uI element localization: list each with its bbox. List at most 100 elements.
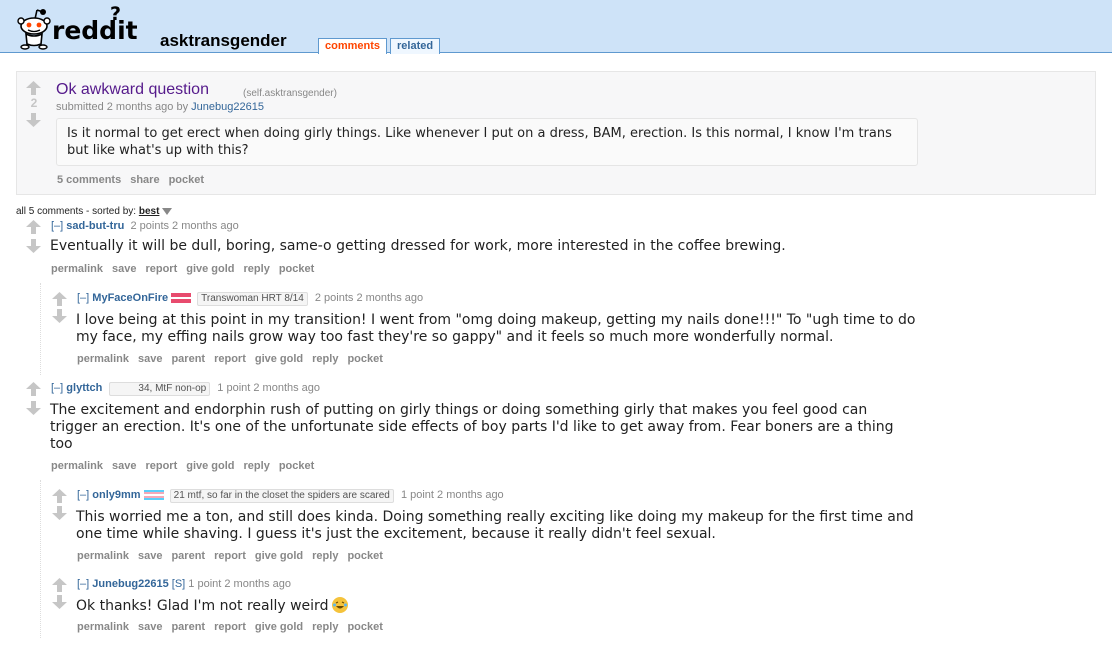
- laughing-emoji-icon: [332, 597, 349, 613]
- permalink-button[interactable]: permalink: [51, 263, 103, 275]
- permalink-button[interactable]: permalink: [77, 621, 129, 633]
- logo-question-mark: ?: [110, 3, 122, 25]
- save-button[interactable]: save: [112, 460, 136, 472]
- save-button[interactable]: save: [138, 550, 162, 562]
- comment-author[interactable]: MyFaceOnFire: [92, 292, 168, 304]
- downvote-arrow-icon[interactable]: [52, 309, 67, 323]
- permalink-button[interactable]: permalink: [51, 460, 103, 472]
- report-button[interactable]: report: [145, 460, 177, 472]
- downvote-arrow-icon[interactable]: [26, 113, 41, 127]
- reply-button[interactable]: reply: [244, 460, 270, 472]
- upvote-arrow-icon[interactable]: [26, 382, 41, 396]
- give-gold-button[interactable]: give gold: [255, 353, 303, 365]
- submitted-text: submitted 2 months ago by: [56, 101, 189, 113]
- comment-author[interactable]: only9mm: [92, 489, 140, 501]
- save-button[interactable]: save: [138, 353, 162, 365]
- upvote-arrow-icon[interactable]: [52, 292, 67, 306]
- sort-dropdown[interactable]: best: [139, 206, 160, 217]
- post-title[interactable]: Ok awkward question: [56, 81, 209, 99]
- give-gold-button[interactable]: give gold: [255, 550, 303, 562]
- report-button[interactable]: report: [145, 263, 177, 275]
- comments-link[interactable]: 5 comments: [57, 174, 121, 186]
- reply-button[interactable]: reply: [244, 263, 270, 275]
- comment-buttons: permalink save report give gold reply po…: [51, 263, 323, 275]
- post-author[interactable]: Junebug22615: [191, 101, 264, 113]
- permalink-button[interactable]: permalink: [77, 353, 129, 365]
- subreddit-name[interactable]: asktransgender: [160, 31, 287, 51]
- pocket-button[interactable]: pocket: [347, 353, 382, 365]
- report-button[interactable]: report: [214, 621, 246, 633]
- post-domain[interactable]: (self.asktransgender): [243, 88, 337, 99]
- parent-button[interactable]: parent: [171, 550, 205, 562]
- collapse-toggle[interactable]: [–]: [51, 220, 63, 232]
- reply-button[interactable]: reply: [312, 621, 338, 633]
- downvote-arrow-icon[interactable]: [52, 506, 67, 520]
- pocket-button[interactable]: pocket: [279, 263, 314, 275]
- parent-button[interactable]: parent: [171, 353, 205, 365]
- collapse-toggle[interactable]: [–]: [51, 382, 63, 394]
- user-flair: 21 mtf, so far in the closet the spiders…: [169, 489, 394, 503]
- comment-buttons: permalink save parent report give gold r…: [77, 353, 392, 365]
- collapse-toggle[interactable]: [–]: [77, 489, 89, 501]
- sorted-by-label: sorted by:: [92, 206, 137, 217]
- comment-body: The excitement and endorphin rush of put…: [50, 402, 894, 452]
- submitter-badge: [S]: [171, 578, 186, 590]
- post-tagline: submitted 2 months ago by Junebug22615: [56, 101, 264, 113]
- collapse-toggle[interactable]: [–]: [77, 292, 89, 304]
- collapse-toggle[interactable]: [–]: [77, 578, 89, 590]
- give-gold-button[interactable]: give gold: [255, 621, 303, 633]
- chevron-down-icon[interactable]: [162, 207, 173, 215]
- post-score: 2: [30, 96, 38, 110]
- share-button[interactable]: share: [130, 174, 159, 186]
- tab-comments[interactable]: comments: [318, 38, 388, 54]
- upvote-arrow-icon[interactable]: [52, 578, 67, 592]
- tab-menu: comments related: [318, 38, 443, 54]
- comment-count[interactable]: all 5 comments: [16, 206, 83, 217]
- tab-related[interactable]: related: [390, 38, 441, 54]
- report-button[interactable]: report: [214, 550, 246, 562]
- pocket-button[interactable]: pocket: [279, 460, 314, 472]
- pocket-button[interactable]: pocket: [347, 621, 382, 633]
- comment-tagline: [–] only9mm 21 mtf, so far in the closet…: [77, 489, 504, 503]
- give-gold-button[interactable]: give gold: [186, 263, 234, 275]
- upvote-arrow-icon[interactable]: [52, 489, 67, 503]
- comment-author[interactable]: glyttch: [66, 382, 102, 394]
- comment-body: Eventually it will be dull, boring, same…: [50, 238, 786, 254]
- downvote-arrow-icon[interactable]: [26, 401, 41, 415]
- reply-button[interactable]: reply: [312, 550, 338, 562]
- save-button[interactable]: save: [138, 621, 162, 633]
- comment-meta: 2 points 2 months ago: [314, 292, 424, 304]
- comment-body: Ok thanks! Glad I'm not really weird: [76, 597, 916, 615]
- save-button[interactable]: save: [112, 263, 136, 275]
- post-buttons: 5 comments share pocket: [57, 174, 213, 186]
- trans-flag-icon: [143, 490, 164, 501]
- upvote-arrow-icon[interactable]: [26, 220, 41, 234]
- comment-body: This worried me a ton, and still does ki…: [76, 509, 914, 542]
- user-flair: Transwoman HRT 8/14: [197, 292, 308, 306]
- upvote-arrow-icon[interactable]: [26, 81, 41, 95]
- comment-buttons: permalink save parent report give gold r…: [77, 621, 392, 633]
- comment-meta: 1 point 2 months ago: [400, 489, 504, 501]
- comment-area-header: all 5 comments - sorted by: best: [16, 206, 173, 217]
- flair-badge-icon: [171, 293, 192, 304]
- report-button[interactable]: report: [214, 353, 246, 365]
- downvote-arrow-icon[interactable]: [52, 595, 67, 609]
- header: reddit ? asktransgender comments related: [0, 0, 1112, 54]
- give-gold-button[interactable]: give gold: [186, 460, 234, 472]
- reddit-wordmark[interactable]: reddit: [52, 16, 138, 45]
- comment-body: I love being at this point in my transit…: [76, 312, 916, 345]
- permalink-button[interactable]: permalink: [77, 550, 129, 562]
- reddit-alien-icon[interactable]: [14, 6, 54, 50]
- pocket-button[interactable]: pocket: [169, 174, 204, 186]
- comment-tagline: [–] Junebug22615 [S] 1 point 2 months ag…: [77, 578, 291, 590]
- comment-author[interactable]: sad-but-tru: [66, 220, 124, 232]
- comment-author[interactable]: Junebug22615: [92, 578, 168, 590]
- comment-tagline: [–] MyFaceOnFire Transwoman HRT 8/14 2 p…: [77, 292, 423, 306]
- child-thread-line: [40, 480, 41, 638]
- comment-text: Ok thanks! Glad I'm not really weird: [76, 598, 329, 614]
- parent-button[interactable]: parent: [171, 621, 205, 633]
- comment-buttons: permalink save report give gold reply po…: [51, 460, 323, 472]
- pocket-button[interactable]: pocket: [347, 550, 382, 562]
- reply-button[interactable]: reply: [312, 353, 338, 365]
- downvote-arrow-icon[interactable]: [26, 239, 41, 253]
